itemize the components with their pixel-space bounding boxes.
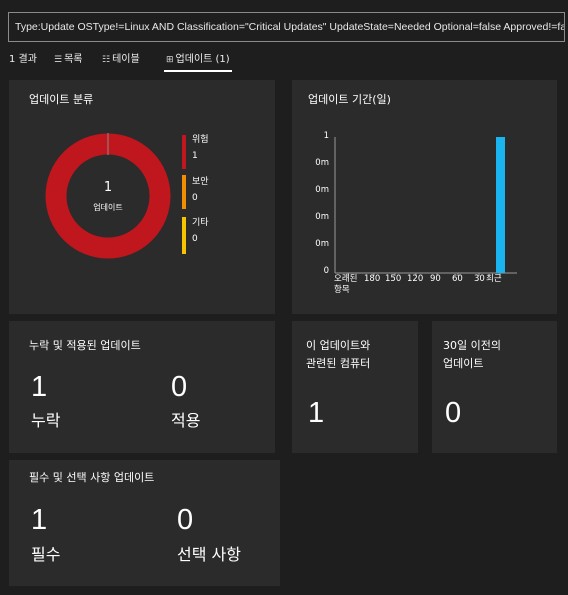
legend-other-swatch [182, 217, 186, 254]
applied-label: 적용 [171, 411, 201, 430]
related-computers-panel[interactable]: 이 업데이트와 관련된 컴퓨터 1 [292, 321, 418, 453]
legend-critical-value: 1 [192, 151, 198, 161]
classification-panel[interactable]: 업데이트 분류 1 업데이트 위험 1 보안 0 기타 0 [9, 80, 275, 314]
required-optional-panel[interactable]: 필수 및 선택 사항 업데이트 1 필수 0 선택 사항 [9, 460, 280, 586]
legend-critical-name[interactable]: 위험 [192, 133, 209, 147]
required-count[interactable]: 1 [31, 505, 47, 535]
x-tick-label: 150 [385, 274, 402, 284]
legend-security-swatch [182, 175, 186, 209]
x-tick-label: 60 [452, 274, 463, 284]
x-tick-label: 180 [364, 274, 381, 284]
older-updates-panel[interactable]: 30일 이전의 업데이트 0 [432, 321, 557, 453]
x-tick-label: 최근 [486, 274, 502, 284]
age-chart-axes [334, 137, 517, 276]
legend-other-value: 0 [192, 234, 198, 244]
required-label: 필수 [31, 545, 61, 564]
tab-results[interactable]: 1 결과 [9, 52, 37, 72]
x-tick-label: 120 [407, 274, 424, 284]
optional-count[interactable]: 0 [177, 505, 193, 535]
list-icon: ☰ [54, 55, 63, 65]
donut-center-value: 1 [103, 180, 113, 195]
age-bar[interactable] [496, 137, 505, 273]
tab-results-label: 1 결과 [9, 54, 37, 65]
x-tick-label: 90 [430, 274, 441, 284]
legend-security-name[interactable]: 보안 [192, 175, 209, 189]
table-icon: ☷ [102, 55, 111, 65]
related-computers-title: 이 업데이트와 관련된 컴퓨터 [306, 339, 371, 370]
donut-slice-critical[interactable] [45, 133, 171, 259]
related-computers-count[interactable]: 1 [308, 398, 324, 428]
classification-donut[interactable] [43, 131, 173, 261]
older-updates-title: 30일 이전의 업데이트 [443, 339, 501, 370]
tile-icon: ⊞ [166, 55, 174, 65]
tab-updates[interactable]: ⊞ 업데이트 (1) [164, 52, 232, 72]
query-input[interactable]: Type:Update OSType!=Linux AND Classifica… [8, 12, 565, 42]
x-tick-label: 오래된 항목 [334, 274, 358, 295]
optional-label: 선택 사항 [177, 545, 241, 564]
required-optional-title: 필수 및 선택 사항 업데이트 [29, 471, 155, 484]
missing-applied-title: 누락 및 적용된 업데이트 [29, 339, 141, 352]
update-age-panel[interactable]: 업데이트 기간(일) 1 0m 0m 0m 0m 0 오래된 항목 180 150 120 90 60… [292, 80, 557, 314]
tab-updates-label: 업데이트 (1) [175, 54, 230, 65]
tab-table[interactable]: ☷ 테이블 [102, 52, 140, 72]
tab-list-label: 목록 [64, 54, 83, 65]
tab-bar: 1 결과 ☰ 목록 ☷ 테이블 ⊞ 업데이트 (1) [0, 52, 568, 72]
missing-applied-panel[interactable]: 누락 및 적용된 업데이트 1 누락 0 적용 [9, 321, 275, 453]
older-updates-count[interactable]: 0 [445, 398, 461, 428]
legend-other-name[interactable]: 기타 [192, 216, 209, 230]
legend-security-value: 0 [192, 193, 198, 203]
classification-title: 업데이트 분류 [29, 93, 94, 106]
legend-critical-swatch [182, 135, 186, 169]
tab-table-label: 테이블 [112, 54, 140, 65]
applied-count[interactable]: 0 [171, 372, 187, 402]
x-tick-label: 30 [474, 274, 485, 284]
tab-list[interactable]: ☰ 목록 [54, 52, 82, 72]
missing-count[interactable]: 1 [31, 372, 47, 402]
donut-center-label: 업데이트 [93, 203, 123, 212]
missing-label: 누락 [31, 411, 61, 430]
